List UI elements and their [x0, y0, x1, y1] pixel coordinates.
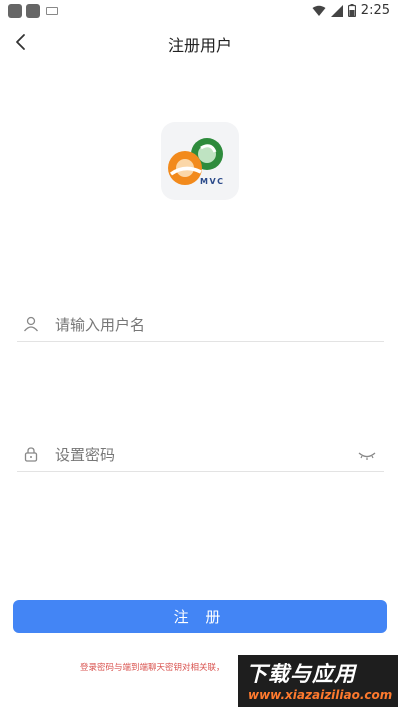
notification-icon	[26, 4, 40, 18]
keyboard-icon	[46, 7, 58, 15]
watermark-title: 下载与应用	[246, 662, 356, 686]
lock-icon	[24, 447, 38, 462]
status-bar: 2:25	[0, 0, 400, 24]
signal-icon	[330, 4, 343, 17]
notification-icon	[8, 4, 22, 18]
password-input[interactable]	[55, 441, 355, 469]
mvc-logo-icon: MVC	[168, 138, 225, 186]
watermark: 下载与应用 www.xiazaiziliao.com	[238, 655, 398, 707]
eye-closed-icon[interactable]	[358, 448, 376, 462]
username-field	[17, 308, 384, 342]
app-logo: MVC	[161, 122, 239, 200]
username-input[interactable]	[55, 311, 355, 339]
user-icon	[23, 316, 39, 332]
wifi-icon	[312, 5, 326, 16]
battery-icon	[347, 4, 356, 17]
notification-icons	[8, 4, 58, 18]
notice-text: 登录密码与端到端聊天密钥对相关联，	[80, 663, 225, 673]
password-field	[17, 438, 384, 472]
app-header: 注册用户	[0, 24, 400, 60]
watermark-url: www.xiazaiziliao.com	[248, 688, 393, 702]
page-title: 注册用户	[167, 36, 232, 55]
clock: 2:25	[360, 3, 390, 18]
register-button[interactable]: 注 册	[13, 600, 387, 633]
logo-text: MVC	[200, 177, 225, 186]
